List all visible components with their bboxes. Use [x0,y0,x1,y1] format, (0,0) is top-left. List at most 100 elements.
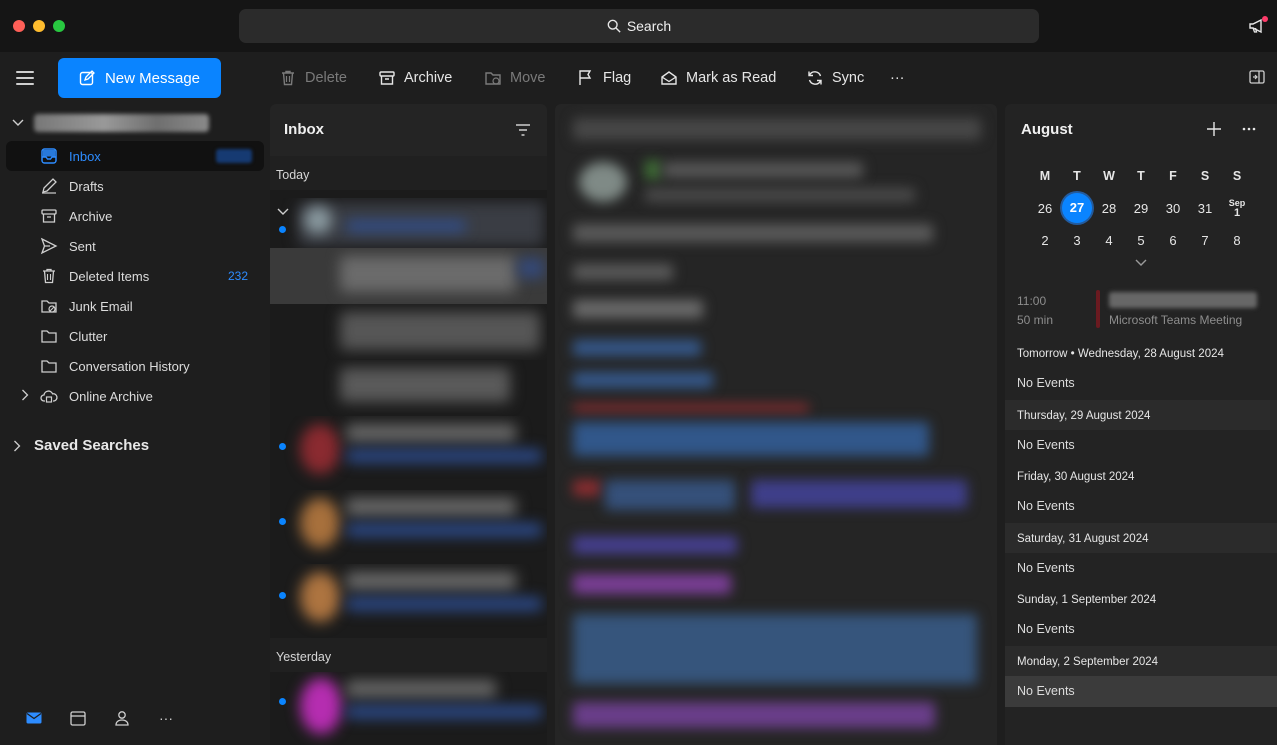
calendar-day[interactable]: 30 [1157,201,1189,216]
body-link-redacted [573,536,737,554]
calendar-day[interactable]: 5 [1125,233,1157,248]
chevron-right-icon[interactable] [20,389,30,401]
sender-avatar [579,162,627,202]
message-row[interactable] [270,198,547,248]
folder-sidebar: Inbox Drafts Archive Sent Deleted Items … [0,104,270,745]
unread-indicator [279,226,286,233]
message-row[interactable] [270,416,547,490]
add-event-icon[interactable] [1206,121,1222,137]
avatar [300,572,340,622]
filter-icon[interactable] [515,123,531,137]
message-list-title: Inbox [284,121,324,138]
more-modules-button[interactable]: ··· [156,708,176,728]
event-start-time: 11:00 [1017,294,1047,308]
calendar-day[interactable]: 29 [1125,201,1157,216]
calendar-day[interactable]: 3 [1061,233,1093,248]
message-row[interactable] [270,360,547,416]
folder-deleted-items[interactable]: Deleted Items 232 [6,261,264,291]
calendar-day[interactable]: 31 [1189,201,1221,216]
message-row[interactable] [270,248,547,304]
chevron-down-icon[interactable] [1135,258,1147,268]
calendar-event[interactable]: 11:00 50 min Microsoft Teams Meeting [1005,284,1277,334]
agenda-day: Monday, 2 September 2024 No Events [1005,646,1277,707]
more-options-icon[interactable] [1241,121,1257,137]
weekday-header: S [1232,169,1242,183]
delete-button[interactable]: Delete [279,66,347,90]
trash-icon [38,265,60,287]
chevron-down-icon [12,119,24,126]
message-row[interactable] [270,672,547,745]
folder-clutter[interactable]: Clutter [6,321,264,351]
menu-toggle-button[interactable] [16,71,34,85]
body-link-redacted [573,372,713,388]
calendar-module-button[interactable] [68,708,88,728]
search-label: Search [626,18,672,34]
chevron-down-icon[interactable] [277,208,289,216]
archive-button[interactable]: Archive [378,66,452,90]
body-line-redacted [573,480,601,496]
group-label: Today [276,168,310,182]
sender-redacted [346,424,516,442]
folder-online-archive[interactable]: Online Archive [6,381,264,411]
minimize-window-button[interactable] [33,20,45,32]
sync-button[interactable]: Sync [806,66,864,90]
move-button[interactable]: Move [484,66,545,90]
weekday-header: T [1073,169,1081,183]
agenda-day-status[interactable]: No Events [1005,491,1277,522]
agenda-day-status[interactable]: No Events [1005,553,1277,584]
calendar-day[interactable]: 26 [1029,201,1061,216]
folder-inbox[interactable]: Inbox [6,141,264,171]
calendar-day[interactable]: 7 [1189,233,1221,248]
flag-button[interactable]: Flag [577,66,631,90]
agenda-day: Tomorrow • Wednesday, 28 August 2024 No … [1005,338,1277,399]
folder-junk-email[interactable]: Junk Email [6,291,264,321]
folder-conversation-history[interactable]: Conversation History [6,351,264,381]
agenda-day-status[interactable]: No Events [1005,368,1277,399]
calendar-day[interactable]: 6 [1157,233,1189,248]
message-preview-redacted [340,368,510,402]
folder-label: Junk Email [69,298,133,314]
folder-sent[interactable]: Sent [6,231,264,261]
unread-indicator [279,698,286,705]
message-preview-redacted [340,256,516,292]
mail-module-button[interactable] [24,708,44,728]
deleted-items-count: 232 [227,269,248,283]
mini-calendar: M T W T F S S 26 27 28 29 30 31 Sep 1 2 … [1029,160,1253,256]
folder-icon [38,355,60,377]
body-line-redacted [573,404,809,412]
close-window-button[interactable] [13,20,25,32]
sent-icon [38,235,60,257]
account-header[interactable] [8,112,238,134]
event-duration: 50 min [1017,313,1054,327]
more-actions-button[interactable]: ··· [890,66,905,90]
compose-icon [79,70,95,86]
toolbar: New Message Delete Archive Move Flag Mar… [0,52,1277,104]
panel-toggle-icon [1249,70,1265,84]
new-message-button[interactable]: New Message [58,58,221,98]
sender-badge [645,160,661,180]
mark-as-read-button[interactable]: Mark as Read [660,66,776,90]
folder-drafts[interactable]: Drafts [6,171,264,201]
message-row[interactable] [270,490,547,564]
calendar-day[interactable]: 8 [1221,233,1253,248]
people-module-button[interactable] [112,708,132,728]
folder-archive[interactable]: Archive [6,201,264,231]
calendar-day[interactable]: 2 [1029,233,1061,248]
message-row[interactable] [270,304,547,360]
toggle-calendar-pane-button[interactable] [1249,70,1265,84]
whats-new-button[interactable] [1248,16,1268,34]
calendar-day-today[interactable]: 27 [1061,193,1093,223]
more-modules-label: ··· [159,710,173,726]
maximize-window-button[interactable] [53,20,65,32]
saved-searches-header[interactable]: Saved Searches [12,437,149,454]
calendar-day[interactable]: 4 [1093,233,1125,248]
agenda-day-status[interactable]: No Events [1005,676,1277,707]
today-number: 27 [1062,193,1092,223]
calendar-day[interactable]: 28 [1093,201,1125,216]
search-bar[interactable]: Search [239,9,1039,43]
agenda-day-status[interactable]: No Events [1005,430,1277,461]
calendar-day-month-start[interactable]: Sep 1 [1221,198,1253,219]
saved-searches-label: Saved Searches [34,437,150,454]
agenda-day-status[interactable]: No Events [1005,614,1277,645]
message-row[interactable] [270,564,547,638]
